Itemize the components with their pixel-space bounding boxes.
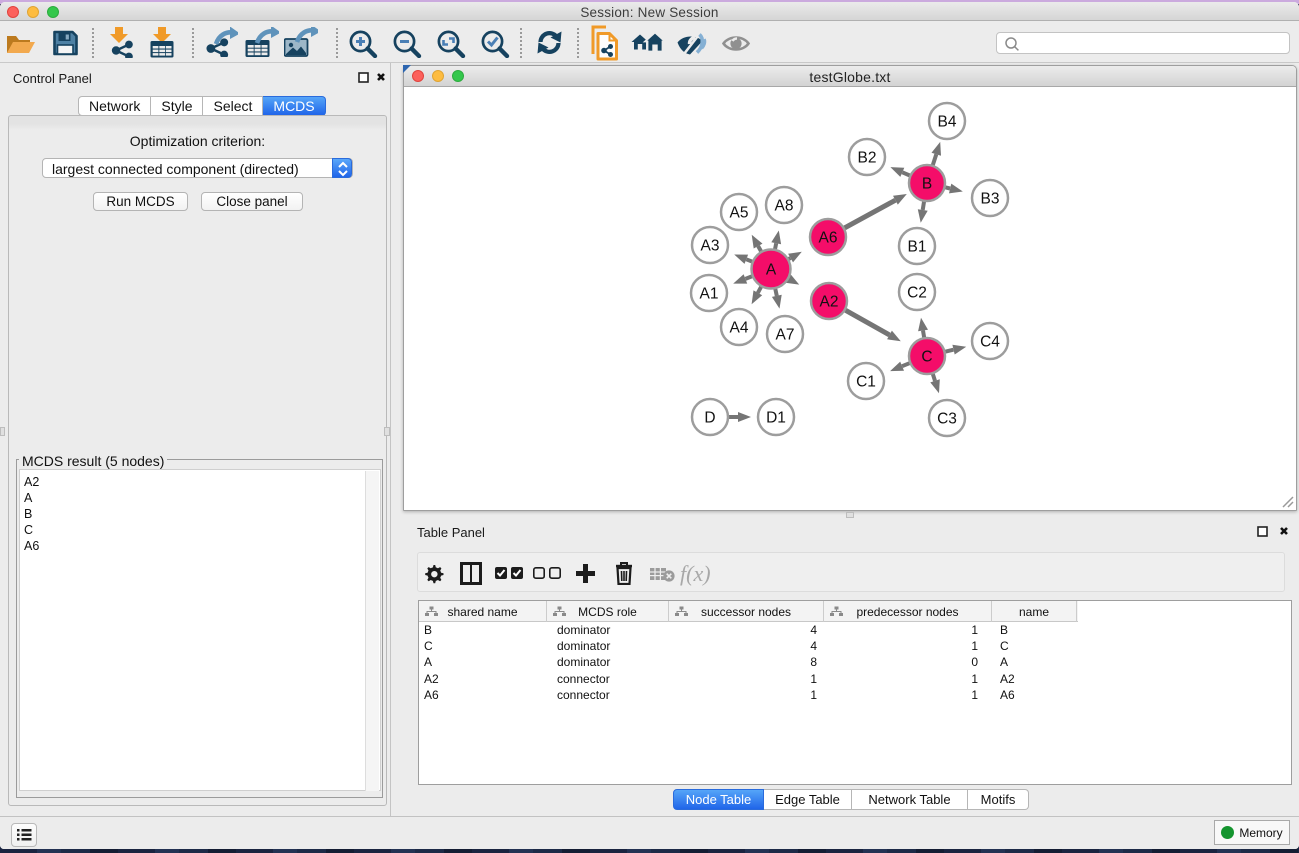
svg-text:A1: A1: [700, 286, 719, 303]
svg-text:A8: A8: [775, 198, 794, 215]
svg-text:B4: B4: [938, 114, 957, 131]
svg-text:B3: B3: [981, 191, 1000, 208]
svg-text:D1: D1: [766, 410, 786, 427]
svg-text:C2: C2: [907, 285, 927, 302]
svg-text:A: A: [766, 262, 777, 279]
svg-text:f(x): f(x): [680, 561, 711, 586]
svg-text:D: D: [704, 410, 715, 427]
svg-text:A5: A5: [730, 205, 749, 222]
svg-text:C3: C3: [937, 411, 957, 428]
svg-text:C1: C1: [856, 374, 876, 391]
svg-text:A2: A2: [820, 294, 839, 311]
svg-text:C: C: [921, 349, 932, 366]
svg-text:A4: A4: [730, 320, 749, 337]
svg-text:A3: A3: [701, 238, 720, 255]
svg-text:B1: B1: [908, 239, 927, 256]
svg-text:B: B: [922, 176, 932, 193]
svg-text:A7: A7: [776, 327, 795, 344]
svg-text:B2: B2: [858, 150, 877, 167]
svg-text:A6: A6: [819, 230, 838, 247]
svg-text:C4: C4: [980, 334, 1000, 351]
